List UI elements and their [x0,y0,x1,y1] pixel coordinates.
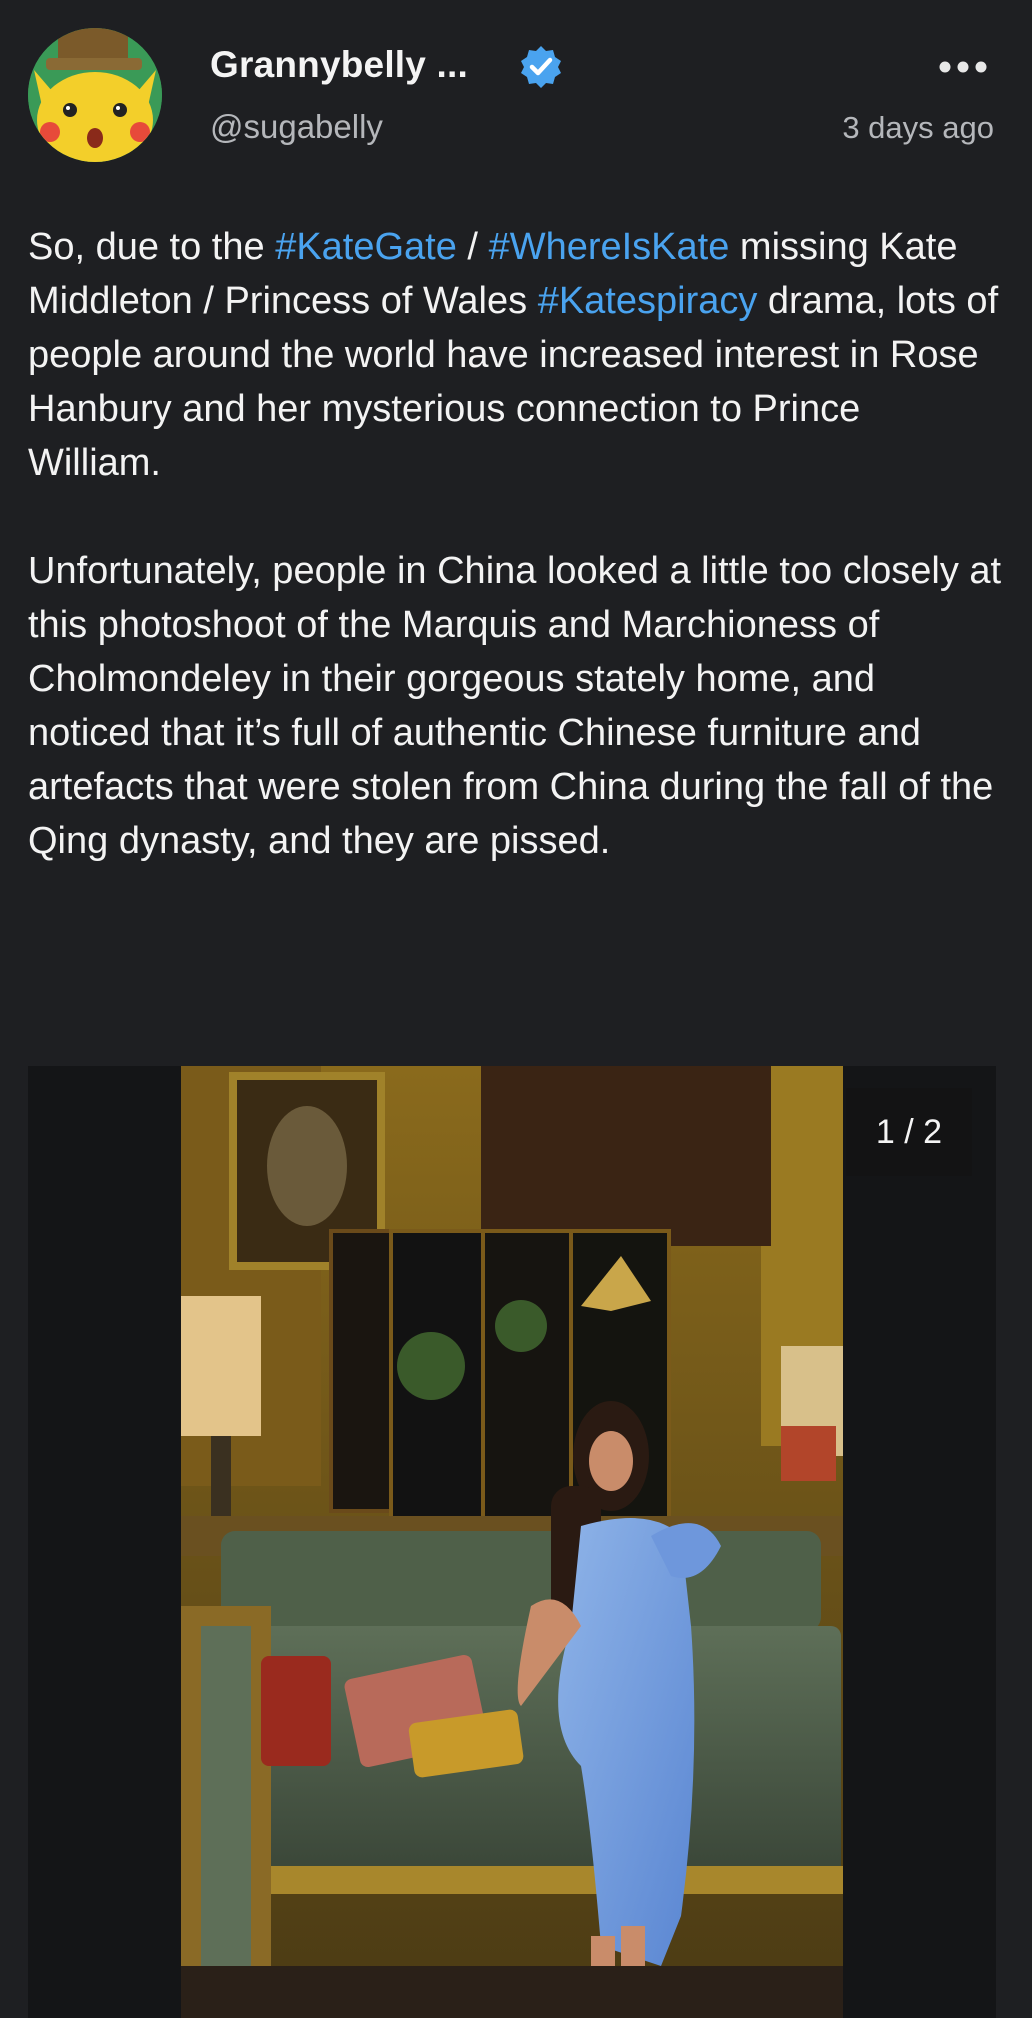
post-header: Grannybelly ... @sugabelly 3 days ago [0,0,1032,170]
post-text-segment: So, due to the [28,226,276,268]
author-display-name[interactable]: Grannybelly ... [210,44,468,86]
post-text-segment: Unfortunately, people in China looked a … [28,550,1002,862]
verified-badge-icon [521,46,561,88]
more-dots-icon[interactable] [935,52,991,82]
hashtag-link[interactable]: #WhereIsKate [489,226,730,268]
hashtag-link[interactable]: #Katespiracy [538,280,758,322]
post-timestamp: 3 days ago [842,110,994,145]
post-paragraph: Unfortunately, people in China looked a … [28,544,1003,868]
photo-woman-on-sofa-image[interactable] [181,1066,843,2018]
post-media[interactable]: 1 / 2 [28,1066,996,2018]
author-handle[interactable]: @sugabelly [210,108,383,146]
media-counter: 1 / 2 [846,1088,972,1176]
avatar[interactable] [28,28,162,162]
post-text-segment: / [456,226,489,268]
post-text: So, due to the #KateGate / #WhereIsKate … [28,220,1003,868]
hashtag-link[interactable]: #KateGate [275,226,457,268]
post-paragraph: So, due to the #KateGate / #WhereIsKate … [28,220,1003,490]
pikachu-avatar-icon [28,28,162,162]
